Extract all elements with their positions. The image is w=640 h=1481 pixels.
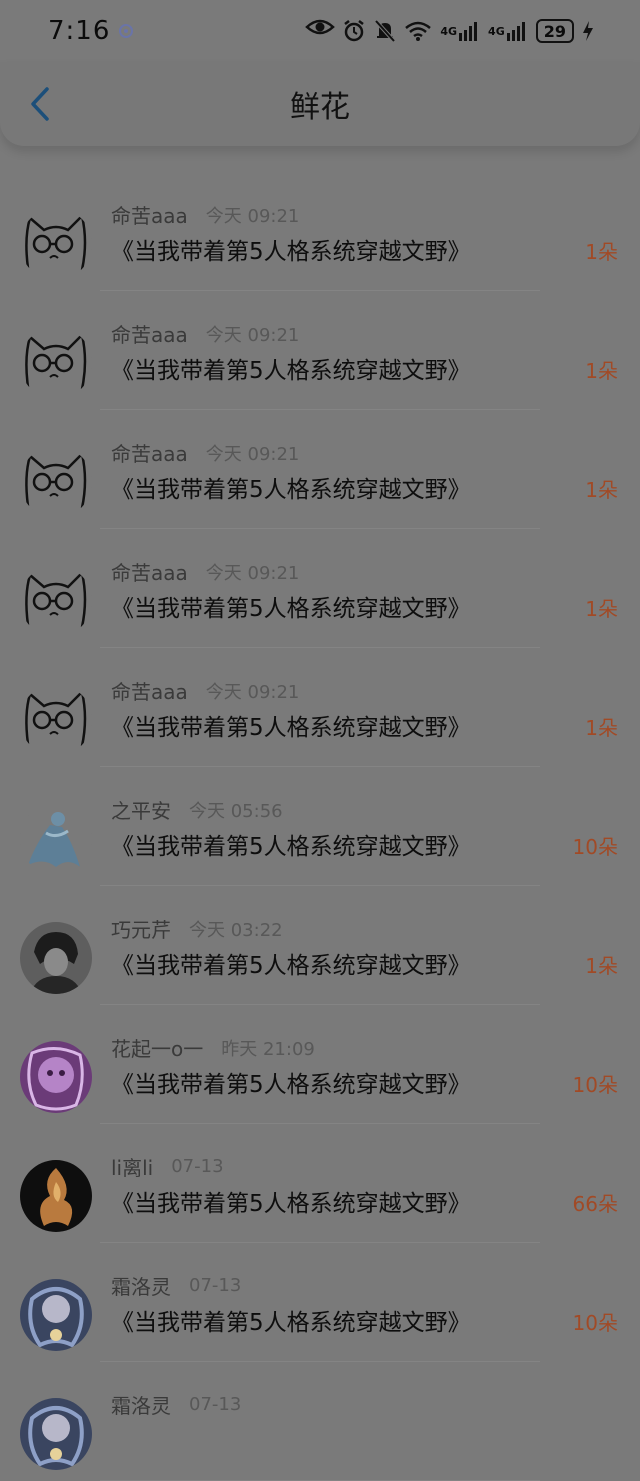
list-item[interactable]: 之平安 今天 05:56 《当我带着第5人格系统穿越文野》 10朵 [0, 767, 640, 886]
timestamp: 07-13 [171, 1156, 224, 1177]
user-name[interactable]: 霜洛灵 [111, 1271, 171, 1300]
flower-count: 10朵 [572, 1073, 618, 1097]
status-right: 4G 4G 29 [342, 19, 594, 43]
signal-icon: 4G [440, 21, 480, 41]
timestamp: 07-13 [189, 1394, 242, 1415]
status-time: 7:16 [48, 16, 111, 46]
book-title[interactable]: 《当我带着第5人格系统穿越文野》 [111, 232, 471, 266]
signal-icon-2: 4G [488, 21, 528, 41]
name-line: li离li 07-13 [111, 1152, 224, 1181]
flower-count: 1朵 [585, 359, 618, 383]
book-title[interactable]: 《当我带着第5人格系统穿越文野》 [111, 589, 471, 623]
flower-count: 1朵 [585, 597, 618, 621]
battery-icon: 29 [535, 19, 574, 43]
user-name[interactable]: 花起一o一 [111, 1033, 203, 1062]
avatar[interactable] [20, 327, 92, 399]
name-line: 霜洛灵 07-13 [111, 1390, 241, 1419]
avatar[interactable] [20, 684, 92, 756]
avatar[interactable] [20, 1041, 92, 1113]
book-title[interactable]: 《当我带着第5人格系统穿越文野》 [111, 946, 471, 980]
network-label-2: 4G [488, 24, 505, 38]
status-left: 7:16 [48, 16, 134, 46]
book-title[interactable]: 《当我带着第5人格系统穿越文野》 [111, 1065, 471, 1099]
charging-icon [582, 20, 594, 42]
book-title[interactable]: 《当我带着第5人格系统穿越文野》 [111, 351, 471, 385]
user-name[interactable]: 命苦aaa [111, 557, 188, 586]
avatar[interactable] [20, 803, 92, 875]
timestamp: 今天 09:21 [205, 324, 300, 346]
status-center [305, 14, 335, 44]
settings-badge-icon [118, 23, 134, 39]
avatar[interactable] [20, 565, 92, 637]
name-line: 花起一o一 昨天 21:09 [111, 1033, 315, 1062]
alarm-icon [342, 19, 366, 43]
user-name[interactable]: li离li [111, 1152, 153, 1181]
flower-count: 10朵 [572, 1311, 618, 1335]
list-item[interactable]: 命苦aaa 今天 09:21 《当我带着第5人格系统穿越文野》 1朵 [0, 291, 640, 410]
book-title[interactable]: 《当我带着第5人格系统穿越文野》 [111, 827, 471, 861]
timestamp: 今天 09:21 [205, 562, 300, 584]
name-line: 霜洛灵 07-13 [111, 1271, 241, 1300]
list-item[interactable]: 命苦aaa 今天 09:21 《当我带着第5人格系统穿越文野》 1朵 [0, 648, 640, 767]
flower-count: 10朵 [572, 835, 618, 859]
wifi-icon [404, 20, 432, 42]
nav-bar: 鲜花 [0, 62, 640, 146]
list-item[interactable]: 花起一o一 昨天 21:09 《当我带着第5人格系统穿越文野》 10朵 [0, 1005, 640, 1124]
avatar[interactable] [20, 922, 92, 994]
flower-list: 命苦aaa 今天 09:21 《当我带着第5人格系统穿越文野》 1朵 命苦aaa… [0, 172, 640, 1481]
user-name[interactable]: 之平安 [111, 795, 171, 824]
name-line: 命苦aaa 今天 09:21 [111, 438, 299, 467]
flower-count: 1朵 [585, 716, 618, 740]
list-item[interactable]: 霜洛灵 07-13 《当我带着第5人格系统穿越文野》 10朵 [0, 1243, 640, 1362]
book-title[interactable]: 《当我带着第5人格系统穿越文野》 [111, 1303, 471, 1337]
back-button[interactable] [20, 80, 60, 128]
timestamp: 今天 05:56 [189, 800, 283, 822]
list-item[interactable]: li离li 07-13 《当我带着第5人格系统穿越文野》 66朵 [0, 1124, 640, 1243]
avatar[interactable] [20, 208, 92, 280]
name-line: 巧元芹 今天 03:22 [111, 914, 283, 943]
user-name[interactable]: 霜洛灵 [111, 1390, 171, 1419]
name-line: 命苦aaa 今天 09:21 [111, 557, 299, 586]
avatar[interactable] [20, 1279, 92, 1351]
name-line: 之平安 今天 05:56 [111, 795, 283, 824]
book-title[interactable]: 《当我带着第5人格系统穿越文野》 [111, 470, 471, 504]
user-name[interactable]: 巧元芹 [111, 914, 171, 943]
timestamp: 今天 09:21 [205, 205, 300, 227]
eye-icon [305, 17, 335, 37]
back-arrow-icon [31, 87, 49, 121]
avatar[interactable] [20, 1398, 92, 1470]
flower-count: 1朵 [585, 954, 618, 978]
timestamp: 07-13 [189, 1275, 242, 1296]
flower-count: 66朵 [572, 1192, 618, 1216]
list-item[interactable]: 命苦aaa 今天 09:21 《当我带着第5人格系统穿越文野》 1朵 [0, 172, 640, 291]
flower-count: 1朵 [585, 478, 618, 502]
list-item[interactable]: 命苦aaa 今天 09:21 《当我带着第5人格系统穿越文野》 1朵 [0, 529, 640, 648]
name-line: 命苦aaa 今天 09:21 [111, 676, 299, 705]
timestamp: 今天 09:21 [205, 443, 300, 465]
flower-count: 1朵 [585, 240, 618, 264]
list-item[interactable]: 命苦aaa 今天 09:21 《当我带着第5人格系统穿越文野》 1朵 [0, 410, 640, 529]
book-title[interactable]: 《当我带着第5人格系统穿越文野》 [111, 1184, 471, 1218]
list-item[interactable]: 巧元芹 今天 03:22 《当我带着第5人格系统穿越文野》 1朵 [0, 886, 640, 1005]
timestamp: 今天 09:21 [205, 681, 300, 703]
status-bar: 7:16 4G 4G 29 [0, 0, 640, 62]
mute-icon [374, 19, 396, 43]
timestamp: 昨天 21:09 [221, 1038, 315, 1060]
list-item[interactable]: 霜洛灵 07-13 [0, 1362, 640, 1481]
avatar[interactable] [20, 1160, 92, 1232]
name-line: 命苦aaa 今天 09:21 [111, 200, 299, 229]
timestamp: 今天 03:22 [189, 919, 283, 941]
network-label: 4G [440, 24, 458, 38]
user-name[interactable]: 命苦aaa [111, 676, 188, 705]
book-title[interactable]: 《当我带着第5人格系统穿越文野》 [111, 708, 471, 742]
avatar[interactable] [20, 446, 92, 518]
user-name[interactable]: 命苦aaa [111, 438, 188, 467]
name-line: 命苦aaa 今天 09:21 [111, 319, 299, 348]
user-name[interactable]: 命苦aaa [111, 200, 188, 229]
page-title: 鲜花 [290, 90, 350, 125]
user-name[interactable]: 命苦aaa [111, 319, 188, 348]
